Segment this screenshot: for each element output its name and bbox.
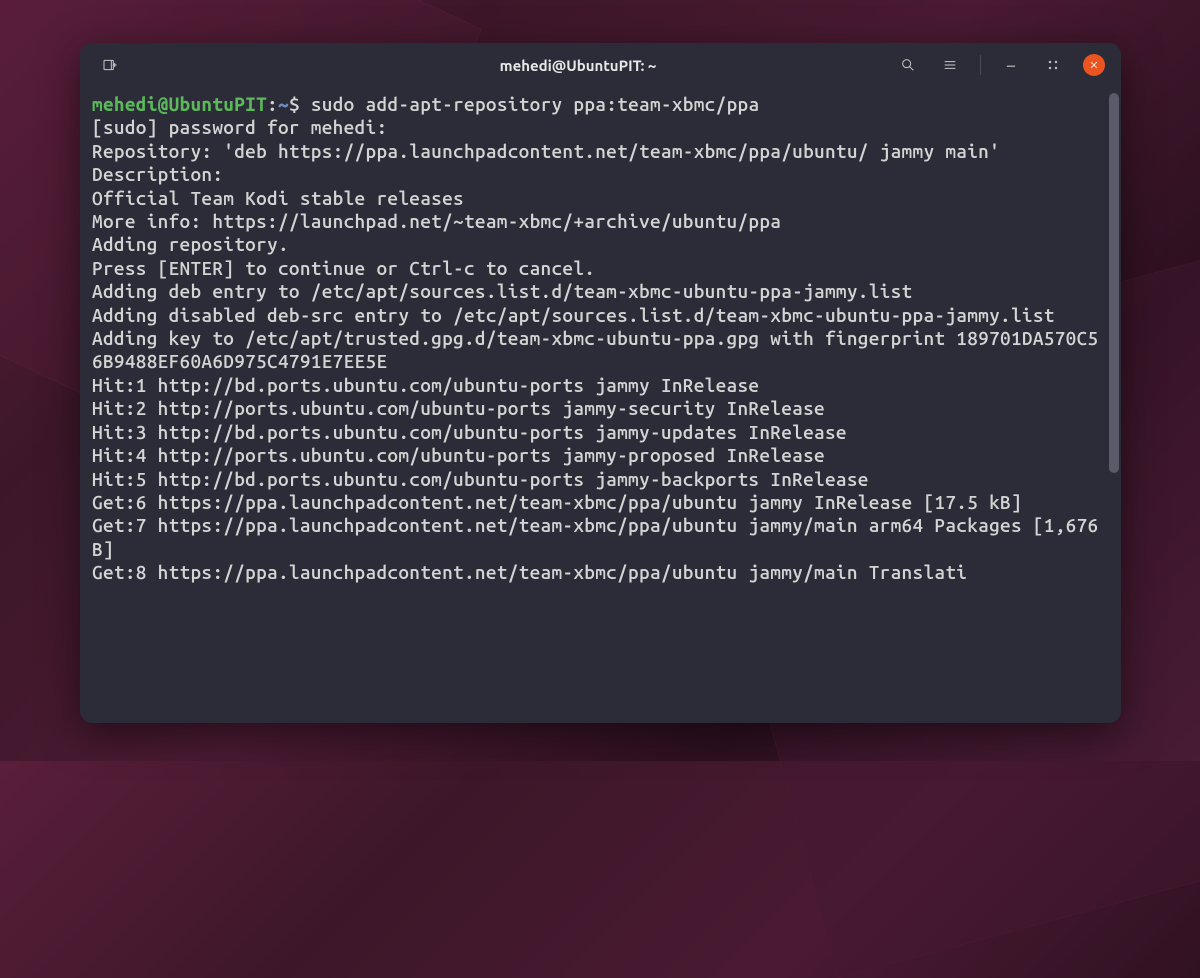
minimize-button[interactable]	[999, 53, 1023, 77]
maximize-icon	[1047, 59, 1059, 71]
menu-button[interactable]	[938, 53, 962, 77]
minimize-icon	[1004, 58, 1018, 72]
maximize-button[interactable]	[1041, 53, 1065, 77]
command-text: sudo add-apt-repository ppa:team-xbmc/pp…	[311, 93, 760, 115]
new-tab-icon	[102, 57, 118, 73]
separator	[980, 55, 981, 75]
prompt-path: ~	[278, 93, 289, 115]
search-icon	[900, 57, 916, 73]
command-output: [sudo] password for mehedi: Repository: …	[92, 116, 1109, 583]
hamburger-icon	[942, 57, 958, 73]
window-title: mehedi@UbuntuPIT: ~	[261, 57, 895, 74]
prompt-separator-colon: :	[267, 93, 278, 115]
close-button[interactable]	[1083, 54, 1105, 76]
terminal-output: mehedi@UbuntuPIT:~$ sudo add-apt-reposit…	[92, 93, 1109, 585]
prompt-user-host: mehedi@UbuntuPIT	[92, 93, 267, 115]
prompt-separator-dollar: $	[289, 93, 311, 115]
terminal-window: mehedi@UbuntuPIT: ~	[80, 43, 1121, 723]
titlebar: mehedi@UbuntuPIT: ~	[80, 43, 1121, 87]
terminal-content[interactable]: mehedi@UbuntuPIT:~$ sudo add-apt-reposit…	[80, 87, 1121, 723]
new-tab-button[interactable]	[96, 51, 124, 79]
scrollbar-thumb[interactable]	[1109, 93, 1119, 473]
scrollbar[interactable]	[1109, 93, 1119, 717]
close-icon	[1089, 60, 1099, 70]
search-button[interactable]	[896, 53, 920, 77]
